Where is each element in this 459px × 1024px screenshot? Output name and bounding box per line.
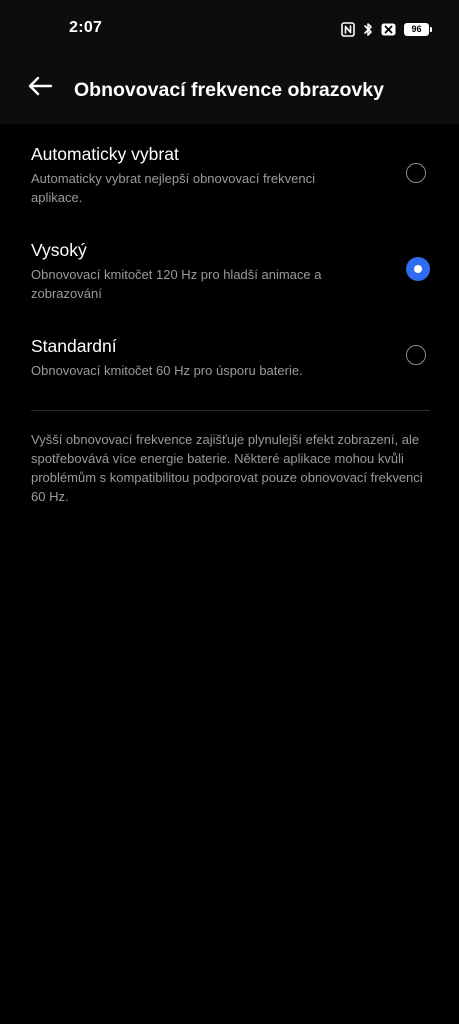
radio-standard[interactable] xyxy=(406,345,426,365)
radio-automatic[interactable] xyxy=(406,163,426,183)
option-title: Automaticky vybrat xyxy=(31,144,179,164)
option-automatic[interactable]: Automaticky vybrat Automaticky vybrat ne… xyxy=(0,124,459,216)
option-title: Standardní xyxy=(31,336,117,356)
bluetooth-icon xyxy=(363,22,373,37)
page-title: Obnovovací frekvence obrazovky xyxy=(74,79,384,101)
option-standard[interactable]: Standardní Obnovovací kmitočet 60 Hz pro… xyxy=(0,316,459,392)
battery-level: 96 xyxy=(411,23,422,34)
footer-note: Vyšší obnovovací frekvence zajišťuje ply… xyxy=(31,432,423,504)
radio-selected-dot xyxy=(414,265,422,273)
back-arrow-icon xyxy=(27,76,53,101)
option-title: Vysoký xyxy=(31,240,87,260)
divider xyxy=(31,410,430,411)
nfc-icon xyxy=(341,21,355,37)
back-button[interactable] xyxy=(22,70,58,106)
radio-high[interactable] xyxy=(406,257,430,281)
status-bar: 2:07 96 xyxy=(0,0,459,48)
x-icon xyxy=(381,23,396,36)
battery-icon: 96 xyxy=(404,22,432,36)
status-time: 2:07 xyxy=(69,19,103,36)
status-icons: 96 xyxy=(341,20,432,38)
option-description: Obnovovací kmitočet 120 Hz pro hladší an… xyxy=(31,267,322,301)
option-description: Automaticky vybrat nejlepší obnovovací f… xyxy=(31,171,315,205)
header: Obnovovací frekvence obrazovky xyxy=(0,48,459,124)
option-description: Obnovovací kmitočet 60 Hz pro úsporu bat… xyxy=(31,363,303,378)
option-high[interactable]: Vysoký Obnovovací kmitočet 120 Hz pro hl… xyxy=(0,220,459,312)
